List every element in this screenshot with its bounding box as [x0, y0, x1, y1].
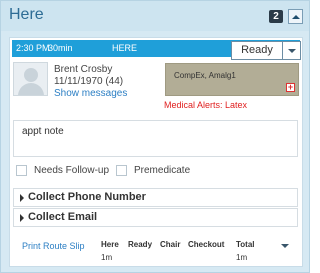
appointment-status-bar[interactable]: 2:30 PM 30min HERE Ready: [12, 40, 301, 60]
collapse-chevron-up-icon[interactable]: [288, 9, 303, 24]
plus-icon: +: [286, 82, 295, 92]
appointment-duration: 30min: [48, 43, 73, 53]
timing-label: Total: [236, 240, 255, 249]
premedicate-label: Premedicate: [134, 165, 191, 176]
section-title: Collect Email: [28, 211, 98, 223]
insurance-text: CompEx, Amalg1: [174, 71, 236, 80]
timing-chair: Chair: [160, 240, 180, 253]
appointment-location: HERE: [112, 43, 138, 53]
avatar: [13, 62, 48, 96]
needs-follow-up-label: Needs Follow-up: [34, 165, 110, 176]
timing-here: Here 1m: [101, 240, 119, 262]
timing-value: 1m: [101, 253, 113, 262]
status-select[interactable]: Ready: [231, 41, 283, 60]
show-messages-link[interactable]: Show messages: [54, 88, 127, 99]
premedicate-checkbox[interactable]: [116, 165, 127, 176]
timing-label: Here: [101, 240, 119, 249]
triangle-right-icon: [20, 194, 24, 202]
section-title: Collect Phone Number: [28, 191, 146, 203]
timings-chevron-down-icon[interactable]: [281, 244, 289, 248]
patient-name[interactable]: Brent Crosby: [54, 64, 112, 75]
timing-value: 1m: [236, 253, 248, 262]
panel-header: Here 2: [1, 1, 309, 31]
timing-total: Total 1m: [236, 240, 255, 262]
appointment-time: 2:30 PM: [16, 43, 50, 53]
needs-follow-up-checkbox[interactable]: [16, 165, 27, 176]
patient-dob-age: 11/11/1970 (44): [54, 76, 124, 87]
triangle-right-icon: [20, 214, 24, 222]
print-route-slip-link[interactable]: Print Route Slip: [22, 241, 85, 251]
timing-label: Ready: [128, 240, 153, 249]
collect-phone-number-section[interactable]: Collect Phone Number: [13, 188, 298, 207]
appointment-note-field[interactable]: appt note: [13, 120, 298, 157]
status-dropdown-chevron-down-icon[interactable]: [283, 41, 301, 60]
timing-ready: Ready: [128, 240, 152, 253]
insurance-box[interactable]: CompEx, Amalg1 +: [165, 63, 299, 96]
appointment-card: 2:30 PM 30min HERE Ready Brent Crosby 11…: [9, 37, 303, 267]
timing-label: Chair: [160, 240, 181, 249]
timing-label: Checkout: [188, 240, 225, 249]
count-badge: 2: [269, 10, 283, 23]
avatar-head: [24, 68, 38, 82]
route-footer: Print Route Slip Here 1m Ready Chair Che…: [10, 236, 302, 266]
timing-checkout: Checkout: [188, 240, 224, 253]
here-panel: Here 2 2:30 PM 30min HERE Ready Brent Cr…: [0, 0, 310, 273]
collect-email-section[interactable]: Collect Email: [13, 208, 298, 227]
avatar-body: [18, 83, 44, 95]
panel-title: Here: [9, 6, 44, 23]
medical-alerts: Medical Alerts: Latex: [163, 100, 247, 110]
